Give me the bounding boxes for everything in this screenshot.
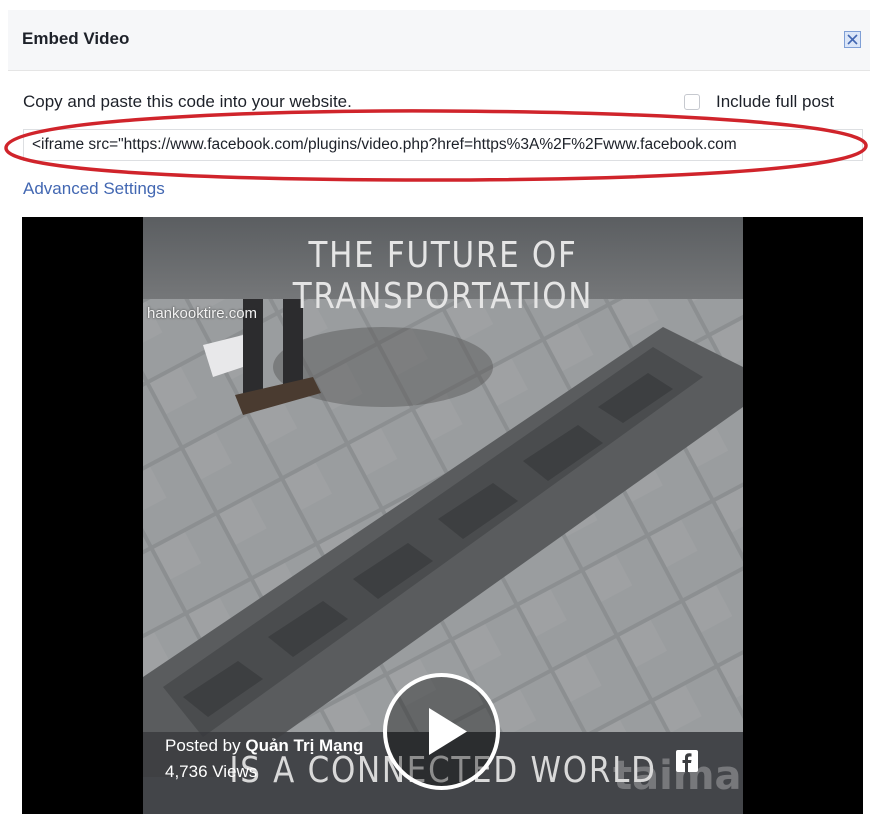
video-player[interactable]: THE FUTURE OF TRANSPORTATION hankooktire… [22, 217, 863, 814]
site-watermark: hankooktire.com [147, 305, 258, 322]
poster-name[interactable]: Quản Trị Mạng [245, 736, 363, 755]
posted-by-line: Posted by Quản Trị Mạng [165, 736, 363, 756]
dialog-title: Embed Video [22, 29, 130, 48]
posted-by-prefix: Posted by [165, 736, 241, 755]
view-count: 4,736 Views [165, 762, 258, 781]
include-full-post-checkbox[interactable] [684, 94, 700, 110]
advanced-settings-link[interactable]: Advanced Settings [23, 179, 165, 199]
embed-instructions: Copy and paste this code into your websi… [23, 92, 352, 111]
include-full-post-toggle[interactable]: Include full post [684, 92, 834, 112]
video-title: THE FUTURE OF TRANSPORTATION [292, 235, 594, 317]
play-icon[interactable] [383, 673, 500, 790]
embed-code-field[interactable] [23, 129, 863, 161]
close-icon[interactable] [844, 31, 861, 48]
dialog-header: Embed Video [8, 10, 870, 71]
include-full-post-label[interactable]: Include full post [716, 92, 834, 112]
facebook-icon[interactable] [676, 750, 698, 772]
